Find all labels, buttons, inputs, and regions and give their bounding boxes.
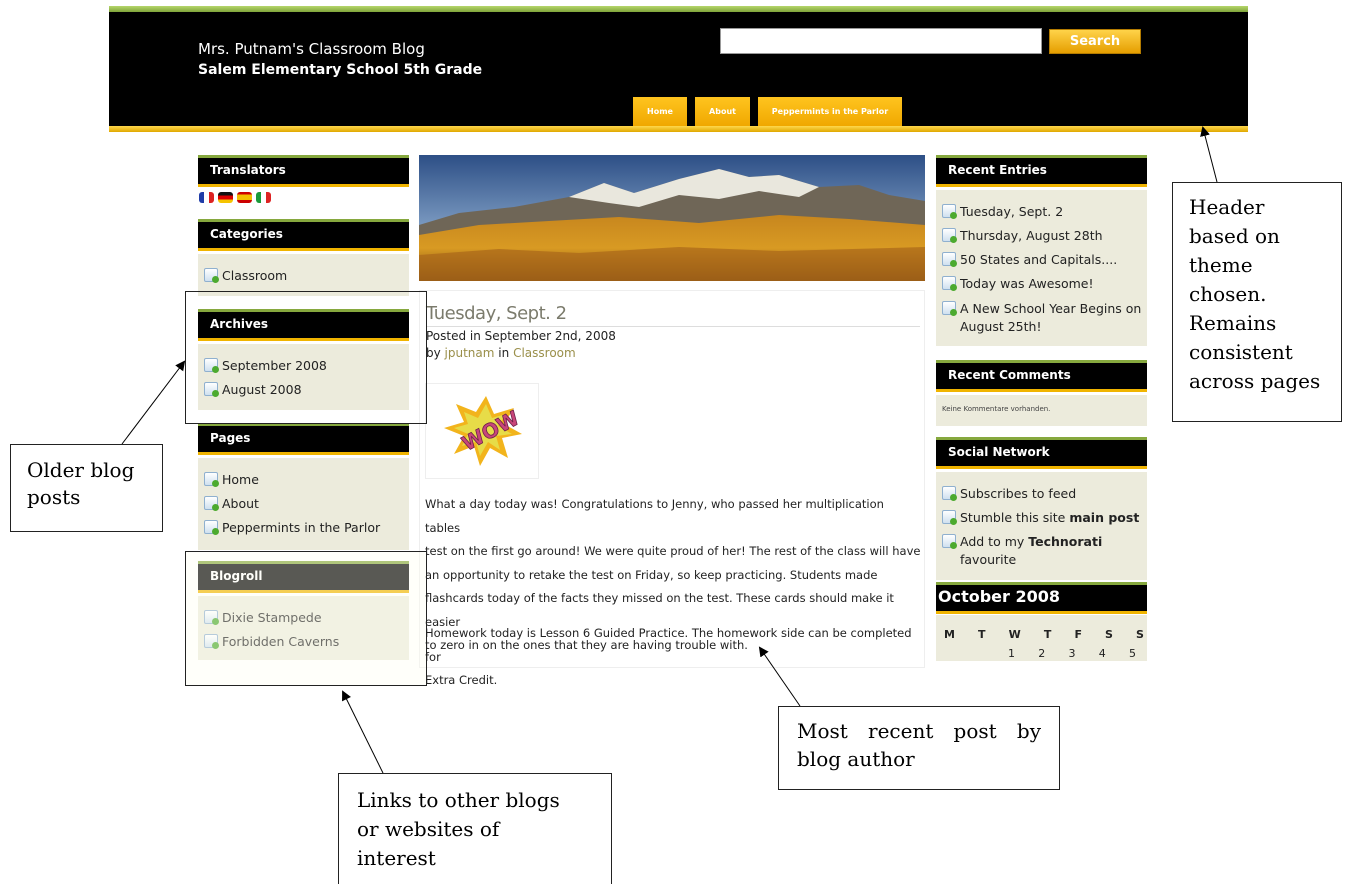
annotation-arrows <box>121 126 1218 774</box>
recent-post-annotation: Most recent post by blog author <box>778 706 1060 790</box>
header-annotation: Header based on theme chosen. Remains co… <box>1172 182 1342 422</box>
blogroll-annotation: Links to other blogs or websites of inte… <box>338 773 612 884</box>
older-posts-annotation: Older blog posts <box>10 444 163 532</box>
